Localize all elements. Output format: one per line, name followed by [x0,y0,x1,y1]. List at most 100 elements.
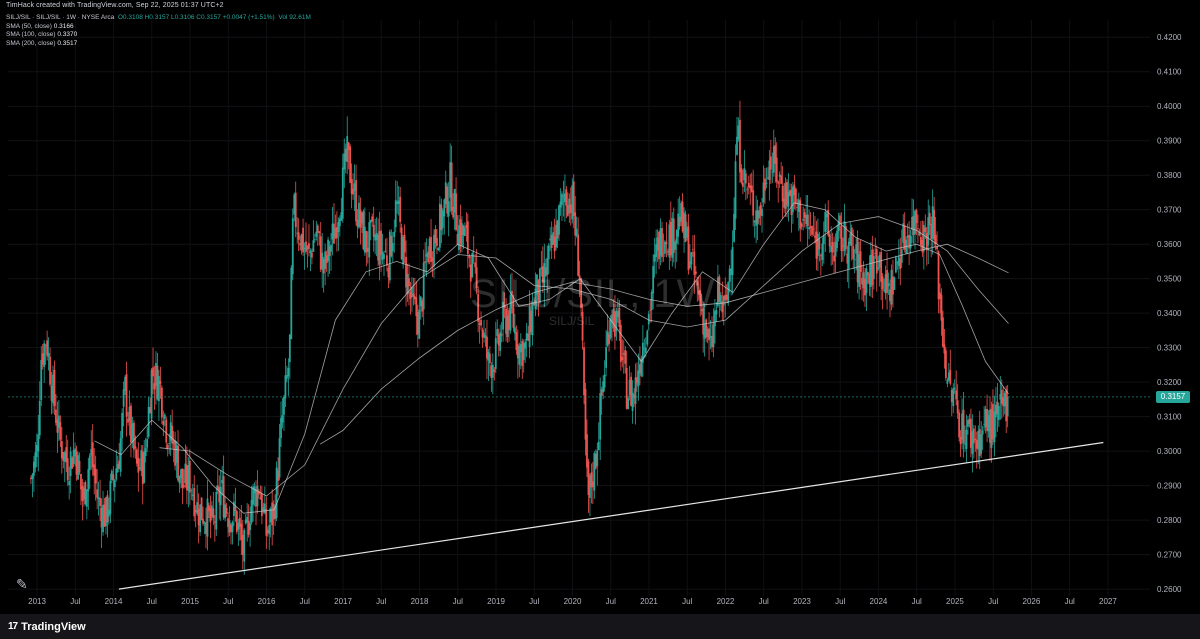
y-tick-label: 0.3800 [1157,171,1182,180]
x-tick-label: 2019 [487,597,505,606]
candle-body [183,485,185,488]
candle-body [278,438,281,478]
candle-body [946,380,949,384]
candle-body [734,161,737,219]
candle-body [290,267,293,340]
candle-body [691,249,694,251]
candle-body [160,387,163,418]
candle-body [215,492,218,530]
candle-body [219,486,222,506]
candle-body [741,182,744,187]
candle-body [468,256,471,258]
candle-body [399,196,402,223]
candle-body [308,243,310,250]
candle-body [644,347,647,353]
candle-body [294,192,297,228]
candle-body [177,445,179,481]
x-tick-label: 2020 [564,597,582,606]
candle-body [850,227,853,246]
candle-body [355,180,357,222]
brand-name: TradingView [21,620,86,633]
candle-body [837,221,840,231]
candle-body [408,278,410,287]
candle-body [900,249,903,263]
y-tick-label: 0.3900 [1157,137,1182,146]
candle-body [53,369,56,406]
candle-body [268,524,271,535]
candle-body [49,356,51,385]
candle-body [752,190,755,216]
x-tick-label: 2016 [258,597,276,606]
candle-body [121,412,124,439]
candle-body [980,434,983,454]
candle-body [972,428,975,444]
candle-body [836,230,838,248]
symbol-watermark-sub: SILJ/SIL [549,314,595,328]
x-tick-label: Jul [147,597,157,606]
candle-body [494,338,497,370]
y-tick-label: 0.4100 [1157,68,1182,77]
x-tick-label: 2021 [640,597,658,606]
legend-sma50-value: 0.3166 [53,22,74,30]
candle-body [712,324,715,347]
candle-body [765,182,768,184]
candle-body [437,247,440,251]
candle-body [113,480,116,488]
candle-body [78,460,81,473]
candle-body [163,414,166,419]
candle-body [917,228,919,230]
candle-body [881,276,884,290]
candle-body [488,353,491,364]
candle-body [822,235,825,244]
candle-body [256,485,259,507]
candle-body [690,252,693,265]
legend-sma100[interactable]: SMA (100, close) 0.3370 [6,31,311,40]
candle-body [727,282,730,304]
legend-symbol-row[interactable]: SILJ/SIL · SILJ/SIL · 1W · NYSE Arca O0.… [6,14,311,23]
legend-volume: Vol 92.61M [278,14,311,21]
hand-drawn-trend-icon[interactable]: ✎ [16,576,28,593]
x-tick-label: Jul [835,597,845,606]
candle-body [152,367,154,377]
candle-body [605,347,607,368]
candle-body [875,249,878,274]
candle-body [558,205,560,235]
candle-body [168,442,171,444]
candle-body [974,438,977,441]
candle-body [231,522,234,533]
price-axis[interactable]: 0.2600 0.2700 0.2800 0.2900 0.3000 0.3100 0.32… [1157,33,1182,594]
candle-body [106,495,109,523]
tradingview-brand[interactable]: 17 TradingView [8,621,86,633]
candle-body [59,422,62,440]
candle-body [955,390,958,400]
x-tick-label: 2022 [717,597,735,606]
candle-body [831,242,834,253]
candle-body [424,261,427,263]
legend-sma100-label: SMA (100, close) [6,31,56,39]
tradingview-logo-icon: 17 [8,621,18,632]
candle-body [493,369,496,372]
y-tick-label: 0.2900 [1157,482,1182,491]
candle-body [190,490,193,491]
candle-body [597,441,600,451]
candle-body [800,223,803,227]
candle-body [565,189,568,206]
y-tick-label: 0.3400 [1157,309,1182,318]
y-tick-label: 0.2600 [1157,585,1182,594]
time-axis[interactable]: 2013 Jul 2014 Jul 2015 Jul 2016 Jul 2017 Jul 2018 J… [28,597,1117,606]
candle-body [736,136,738,155]
legend-sma50[interactable]: SMA (50, close) 0.3166 [6,23,311,32]
candle-body [206,498,209,537]
legend-sma200[interactable]: SMA (200, close) 0.3517 [6,40,311,49]
candle-body [393,231,396,237]
candle-body [283,396,285,415]
candle-body [708,328,710,341]
candlestick-series [30,100,1009,575]
candle-body [909,235,912,249]
candle-body [291,218,294,275]
candle-body [234,506,237,511]
candle-body [965,429,968,449]
candle-body [818,239,821,250]
y-tick-label: 0.3500 [1157,275,1182,284]
footer-bar: 17 TradingView [0,614,1200,639]
